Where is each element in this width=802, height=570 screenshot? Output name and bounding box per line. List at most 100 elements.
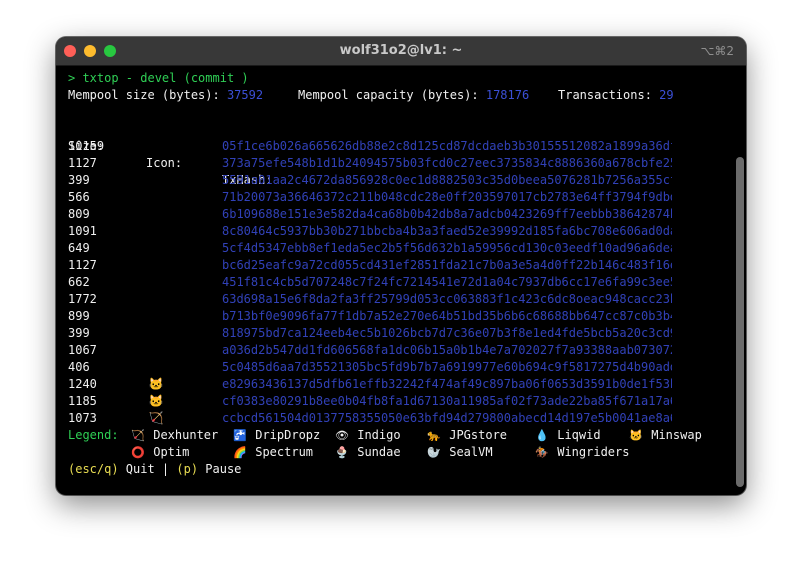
mempool-size-value: 37592 xyxy=(226,88,264,102)
legend-label: Legend: xyxy=(68,428,119,442)
row-size: 809 xyxy=(68,207,90,221)
legend-name: Sundae xyxy=(357,445,401,459)
table-row: 1772 63d698a15e6f8da2fa3ff25799d053cc0638… xyxy=(68,291,728,308)
row-size: 566 xyxy=(68,190,90,204)
row-hash: 373a75efe548b1d1b24094575b03fcd0c27eec37… xyxy=(222,156,672,170)
stats-line: Mempool size (bytes): 37592 xyxy=(68,87,263,104)
terminal-content[interactable]: > txtop - devel (commit ) Mempool size (… xyxy=(68,70,728,490)
legend-icon: 🐆 xyxy=(427,429,441,442)
row-hash: 5c0485d6aa7d35521305bc5fd9b7b7a6919977e6… xyxy=(222,360,672,374)
table-row: 1127 373a75efe548b1d1b24094575b03fcd0c27e… xyxy=(68,155,728,172)
row-icon: 🏹 xyxy=(148,411,164,425)
table-row: 1067 a036d2b547dd1fd606568fa1dc06b15a0b1b… xyxy=(68,342,728,359)
capacity-value: 178176 xyxy=(485,88,530,102)
legend-item-sealvm: 🦭 SealVM xyxy=(426,444,493,461)
legend-name: Optim xyxy=(153,445,190,459)
row-size: 10159 xyxy=(68,139,105,153)
table-row: 899 b713bf0e9096fa77f1db7a52e270e64b51bd3… xyxy=(68,308,728,325)
legend-name: Dexhunter xyxy=(153,428,219,442)
legend-name: JPGstore xyxy=(449,428,508,442)
table-row: 649 5cf4d5347ebb8ef1eda5ec2b5f56d632b1a59… xyxy=(68,240,728,257)
row-size: 1073 xyxy=(68,411,97,425)
legend-name: DripDropz xyxy=(255,428,321,442)
legend-name: SealVM xyxy=(449,445,493,459)
table-row: 399 818975bd7ca124eeb4ec5b1026bcb7d7c36e0… xyxy=(68,325,728,342)
row-size: 399 xyxy=(68,326,90,340)
row-size: 1127 xyxy=(68,156,97,170)
quit-key[interactable]: (esc/q) xyxy=(68,462,119,476)
capacity-label: Mempool capacity (bytes): xyxy=(298,88,486,102)
table-row: 399 5591a01aa2c4672da856928c0ec1d8882503c… xyxy=(68,172,728,189)
title-bar[interactable]: wolf31o2@lv1: ~ ⌥⌘2 xyxy=(56,37,746,66)
row-hash: cf0383e80291b8ee0b04fb8fa1d67130a11985af… xyxy=(222,394,672,408)
legend-item-jpgstore: 🐆 JPGstore xyxy=(426,427,507,444)
pause-label: Pause xyxy=(198,462,242,476)
legend-item-sundae: 🍨 Sundae xyxy=(334,444,401,461)
row-size: 406 xyxy=(68,360,90,374)
row-size: 1240 xyxy=(68,377,97,391)
row-hash: 71b20073a36646372c211b048cdc28e0ff203597… xyxy=(222,190,672,204)
row-icon: 🐱 xyxy=(148,377,164,391)
row-hash: 6b109688e151e3e582da4ca68b0b42db8a7adcb0… xyxy=(222,207,672,221)
row-size: 1127 xyxy=(68,258,97,272)
mempool-size-label: Mempool size (bytes): xyxy=(68,88,227,102)
row-hash: 818975bd7ca124eeb4ec5b1026bcb7d7c36e07b3… xyxy=(222,326,672,340)
legend-name: Wingriders xyxy=(557,445,630,459)
row-hash: 5cf4d5347ebb8ef1eda5ec2b5f56d632b1a59956… xyxy=(222,241,672,255)
legend-icon: 🚰 xyxy=(233,429,247,442)
legend-icon: ⭕ xyxy=(131,446,145,459)
row-size: 1091 xyxy=(68,224,97,238)
table-row: 1240 🐱 e82963436137d5dfb61effb32242f474af4… xyxy=(68,376,728,393)
table-row: 809 6b109688e151e3e582da4ca68b0b42db8a7ad… xyxy=(68,206,728,223)
legend-name: Indigo xyxy=(357,428,401,442)
row-hash: ccbcd561504d0137758355050e63bfd94d279800… xyxy=(222,411,672,425)
legend-icon: 💧 xyxy=(535,429,549,442)
row-size: 649 xyxy=(68,241,90,255)
footer-keys: (esc/q) Quit | (p) Pause xyxy=(68,461,241,478)
terminal-window: wolf31o2@lv1: ~ ⌥⌘2 > txtop - devel (com… xyxy=(56,37,746,495)
table-row: 566 71b20073a36646372c211b048cdc28e0ff203… xyxy=(68,189,728,206)
legend-item-liqwid: 💧 Liqwid xyxy=(534,427,600,444)
legend-item-optim: ⭕ Optim xyxy=(130,444,189,461)
table-row: 1127 bc6d25eafc9a72cd055cd431ef2851fda21c… xyxy=(68,257,728,274)
legend-item-minswap: 🐱 Minswap xyxy=(628,427,702,444)
legend-icon: 🍨 xyxy=(335,446,349,459)
row-hash: e82963436137d5dfb61effb32242f474af49c897… xyxy=(222,377,672,391)
row-hash: b713bf0e9096fa77f1db7a52e270e64b51bd35b6… xyxy=(222,309,672,323)
legend-icon: 🐱 xyxy=(629,429,643,442)
scrollbar[interactable] xyxy=(736,157,744,487)
row-size: 899 xyxy=(68,309,90,323)
row-hash: 8c80464c5937bb30b271bbcba4b3a3faed52e399… xyxy=(222,224,672,238)
quit-label: Quit | xyxy=(118,462,177,476)
row-hash: 05f1ce6b026a665626db88e2c8d125cd87dcdaeb… xyxy=(222,139,672,153)
transactions-label: Transactions: xyxy=(558,88,660,102)
legend-item-spectrum: 🌈 Spectrum xyxy=(232,444,313,461)
legend-item-dripdropz: 🚰 DripDropz xyxy=(232,427,320,444)
legend-icon: 🏇 xyxy=(535,446,549,459)
legend-item-dexhunter: 🏹 Dexhunter xyxy=(130,427,218,444)
prompt-line: > txtop - devel (commit ) xyxy=(68,71,249,85)
row-size: 1185 xyxy=(68,394,97,408)
legend-icon: 👁 xyxy=(335,429,349,442)
row-size: 662 xyxy=(68,275,90,289)
legend-icon: 🏹 xyxy=(131,429,145,442)
row-size: 399 xyxy=(68,173,90,187)
table-row: 10159 05f1ce6b026a665626db88e2c8d125cd87d… xyxy=(68,138,728,155)
legend-icon: 🦭 xyxy=(427,446,441,459)
table-row: 406 5c0485d6aa7d35521305bc5fd9b7b7a691997… xyxy=(68,359,728,376)
legend-item-indigo: 👁 Indigo xyxy=(334,427,401,444)
legend-icon: 🌈 xyxy=(233,446,247,459)
row-hash: a036d2b547dd1fd606568fa1dc06b15a0b1b4e7a… xyxy=(222,343,672,357)
legend-name: Minswap xyxy=(651,428,702,442)
legend-name: Spectrum xyxy=(255,445,314,459)
row-hash: 5591a01aa2c4672da856928c0ec1d8882503c35d… xyxy=(222,173,672,187)
capacity-stat: Mempool capacity (bytes): 178176 xyxy=(298,87,529,104)
row-icon: 🐱 xyxy=(148,394,164,408)
table-row: 1073 🏹 ccbcd561504d0137758355050e63bfd94d2… xyxy=(68,410,728,427)
row-hash: bc6d25eafc9a72cd055cd431ef2851fda21c7b0a… xyxy=(222,258,672,272)
window-shortcut: ⌥⌘2 xyxy=(700,44,734,58)
row-size: 1067 xyxy=(68,343,97,357)
pause-key[interactable]: (p) xyxy=(176,462,198,476)
row-hash: 63d698a15e6f8da2fa3ff25799d053cc063883f1… xyxy=(222,292,672,306)
window-title: wolf31o2@lv1: ~ xyxy=(339,43,463,58)
